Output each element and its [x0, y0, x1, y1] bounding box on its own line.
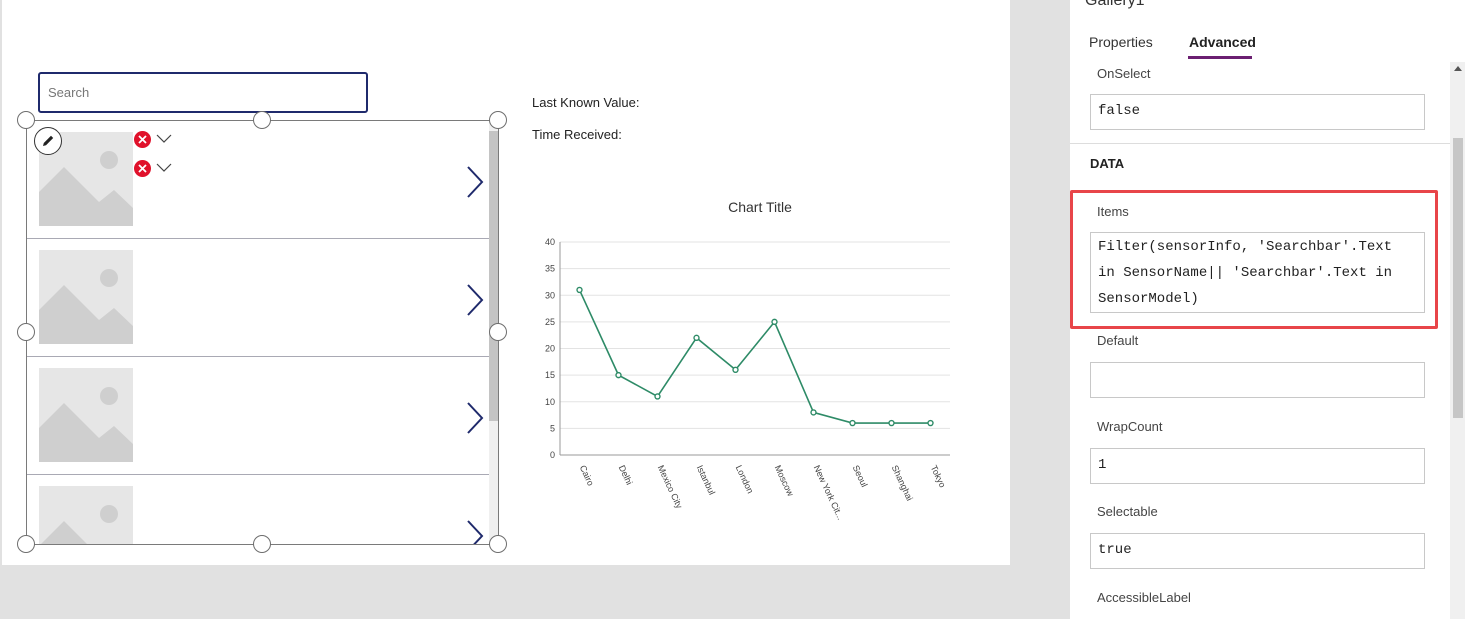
delete-icon[interactable]: [134, 160, 151, 177]
image-placeholder-icon: [39, 368, 133, 462]
panel-tabs: Properties Advanced: [1070, 30, 1465, 60]
data-point: [654, 393, 661, 400]
edit-template-button[interactable]: [34, 127, 62, 155]
data-point: [615, 371, 622, 379]
properties-panel: Gallery1 Properties Advanced OnSelect fa…: [1070, 0, 1465, 619]
panel-scrollbar-thumb[interactable]: [1453, 138, 1463, 418]
chevron-down-icon[interactable]: [156, 134, 172, 144]
gallery-row[interactable]: [27, 475, 489, 545]
selectable-field[interactable]: true: [1090, 533, 1425, 569]
line-chart[interactable]: Chart Title 0 5 10 15 20 25 30 35 40 Cairo Delhi Mex…: [527, 190, 967, 530]
search-input[interactable]: [40, 74, 366, 111]
y-tick-label: 5: [550, 423, 555, 433]
image-placeholder-icon: [39, 250, 133, 344]
data-point: [927, 419, 934, 427]
gallery-scrollbar-thumb[interactable]: [489, 131, 498, 421]
y-tick-label: 15: [545, 370, 555, 380]
section-data-heading: DATA: [1090, 156, 1125, 171]
chevron-down-icon[interactable]: [156, 163, 172, 173]
delete-icon[interactable]: [134, 131, 151, 148]
gallery-row[interactable]: [27, 239, 489, 357]
data-point: [576, 286, 583, 294]
wrapcount-label: WrapCount: [1097, 419, 1163, 434]
wrapcount-field[interactable]: 1: [1090, 448, 1425, 484]
panel-title: Gallery1: [1085, 0, 1145, 9]
resize-handle-top[interactable]: [253, 111, 271, 129]
gallery[interactable]: [26, 120, 499, 545]
onselect-field[interactable]: false: [1090, 94, 1425, 130]
accessiblelabel-label: AccessibleLabel: [1097, 590, 1191, 605]
divider: [1070, 143, 1450, 144]
gallery-row[interactable]: [27, 121, 489, 239]
data-point: [693, 334, 700, 342]
chevron-right-icon[interactable]: [465, 401, 485, 435]
data-point: [771, 318, 778, 326]
x-tick-label: Mexico City: [656, 464, 685, 511]
x-tick-label: New York Cit...: [812, 464, 846, 522]
x-tick-label: Moscow: [773, 464, 796, 499]
active-tab-indicator: [1188, 56, 1252, 59]
y-tick-label: 0: [550, 450, 555, 460]
default-field[interactable]: [1090, 362, 1425, 398]
x-tick-label: Istanbul: [695, 464, 717, 497]
x-tick-label: Cairo: [578, 464, 596, 488]
x-tick-label: Delhi: [617, 464, 635, 487]
resize-handle-bottom-left[interactable]: [17, 535, 35, 553]
chevron-right-icon[interactable]: [465, 283, 485, 317]
resize-handle-top-right[interactable]: [489, 111, 507, 129]
image-placeholder-icon: [39, 486, 133, 544]
default-label: Default: [1097, 333, 1139, 348]
data-point: [732, 366, 739, 374]
gallery-row[interactable]: [27, 357, 489, 475]
data-point: [849, 419, 856, 427]
y-tick-label: 40: [545, 237, 555, 247]
pencil-icon: [43, 135, 54, 146]
y-tick-label: 25: [545, 317, 555, 327]
y-tick-label: 20: [545, 344, 555, 354]
search-box[interactable]: [38, 72, 368, 113]
resize-handle-bottom[interactable]: [253, 535, 271, 553]
resize-handle-bottom-right[interactable]: [489, 535, 507, 553]
x-tick-label: Tokyo: [929, 464, 948, 490]
time-received-label: Time Received:: [532, 127, 622, 142]
app-canvas: Last Known Value: Time Received: Chart T…: [2, 0, 1010, 565]
resize-handle-right[interactable]: [489, 323, 507, 341]
resize-handle-top-left[interactable]: [17, 111, 35, 129]
onselect-label: OnSelect: [1097, 66, 1151, 81]
x-tick-label: Seoul: [851, 464, 870, 489]
chevron-right-icon[interactable]: [465, 519, 485, 545]
series-line: [578, 289, 931, 424]
resize-handle-left[interactable]: [17, 323, 35, 341]
data-point: [888, 419, 895, 427]
y-tick-label: 30: [545, 290, 555, 300]
tab-properties[interactable]: Properties: [1089, 34, 1153, 50]
items-highlight-box: [1070, 190, 1438, 329]
x-tick-label: London: [734, 464, 756, 495]
data-point: [810, 409, 817, 416]
chevron-right-icon[interactable]: [465, 165, 485, 199]
y-tick-label: 35: [545, 264, 555, 274]
selectable-label: Selectable: [1097, 504, 1158, 519]
x-tick-label: Shanghai: [890, 464, 915, 503]
chart-title: Chart Title: [728, 199, 792, 215]
last-known-value-label: Last Known Value:: [532, 95, 640, 110]
tab-advanced[interactable]: Advanced: [1189, 34, 1256, 50]
scroll-up-icon[interactable]: [1454, 66, 1462, 71]
y-tick-label: 10: [545, 397, 555, 407]
